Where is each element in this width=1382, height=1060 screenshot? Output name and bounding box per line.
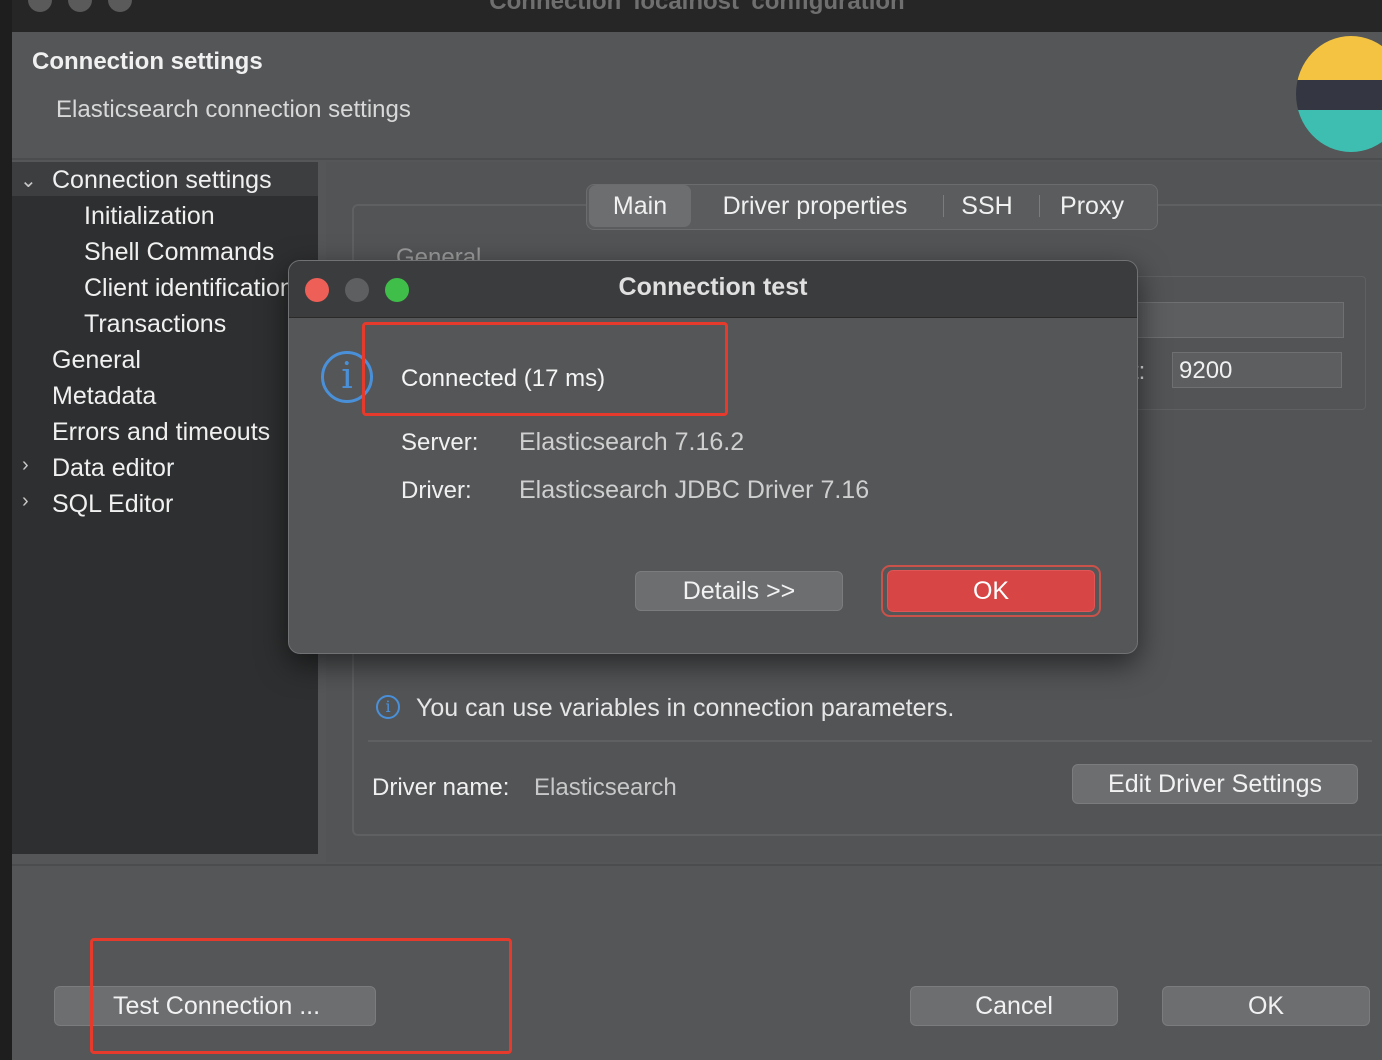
tab-ssh[interactable]: SSH [949, 185, 1025, 227]
connection-test-dialog: Connection test i Connected (17 ms) Serv… [288, 260, 1138, 654]
window-title: Connection 'localhost' configuration [489, 0, 905, 15]
host-input[interactable] [1134, 302, 1344, 338]
driver-label: Driver: [401, 477, 472, 504]
driver-divider [368, 740, 1372, 742]
cancel-button[interactable]: Cancel [910, 986, 1118, 1026]
chevron-down-icon[interactable]: ⌄ [20, 168, 37, 193]
tab-proxy[interactable]: Proxy [1047, 185, 1137, 227]
chevron-right-icon[interactable]: › [22, 490, 29, 513]
dialog-title: Connection test [618, 273, 808, 301]
tab-driver-properties[interactable]: Driver properties [699, 185, 931, 227]
dialog-ok-button[interactable]: OK [887, 570, 1095, 612]
annotation-highlight-connected-status [362, 322, 728, 416]
sidebar-item-errors-and-timeouts[interactable]: Errors and timeouts [52, 418, 270, 447]
sidebar-item-metadata[interactable]: Metadata [52, 382, 156, 411]
sidebar-item-transactions[interactable]: Transactions [84, 310, 226, 339]
window-titlebar: Connection 'localhost' configuration [12, 0, 1382, 32]
sidebar-item-sql-editor[interactable]: SQL Editor [52, 490, 173, 519]
driver-name-value: Elasticsearch [534, 774, 677, 801]
header-divider [12, 158, 1382, 160]
sidebar-item-client-identification[interactable]: Client identification [84, 274, 294, 303]
details-button[interactable]: Details >> [635, 571, 843, 611]
server-value: Elasticsearch 7.16.2 [519, 428, 745, 456]
sidebar-item-data-editor[interactable]: Data editor [52, 454, 174, 483]
sidebar-item-general[interactable]: General [52, 346, 141, 375]
general-fieldset [1110, 276, 1366, 410]
tab-main[interactable]: Main [589, 185, 691, 227]
annotation-highlight-test-connection [90, 938, 512, 1054]
page-title: Connection settings [32, 48, 263, 75]
info-icon: i [376, 695, 400, 719]
driver-name-label: Driver name: [372, 774, 510, 801]
tab-bar: Main Driver properties SSH Proxy [586, 184, 1158, 230]
page-subtitle: Elasticsearch connection settings [56, 96, 411, 123]
ok-button[interactable]: OK [1162, 986, 1370, 1026]
sidebar-item-initialization[interactable]: Initialization [84, 202, 215, 231]
elasticsearch-logo-icon [1296, 36, 1382, 152]
edit-driver-settings-button[interactable]: Edit Driver Settings [1072, 764, 1358, 804]
chevron-right-icon[interactable]: › [22, 454, 29, 477]
footer-divider [12, 864, 1382, 866]
settings-sidebar: ⌄ Connection settings Initialization She… [12, 162, 318, 854]
variables-note: You can use variables in connection para… [416, 694, 955, 722]
port-input[interactable]: 9200 [1172, 352, 1342, 388]
server-label: Server: [401, 429, 479, 456]
sidebar-item-connection-settings[interactable]: Connection settings [52, 166, 272, 195]
tab-separator [943, 195, 944, 217]
sidebar-item-shell-commands[interactable]: Shell Commands [84, 238, 274, 267]
driver-value: Elasticsearch JDBC Driver 7.16 [519, 476, 870, 504]
dialog-titlebar: Connection test [289, 261, 1137, 318]
tab-separator [1039, 195, 1040, 217]
